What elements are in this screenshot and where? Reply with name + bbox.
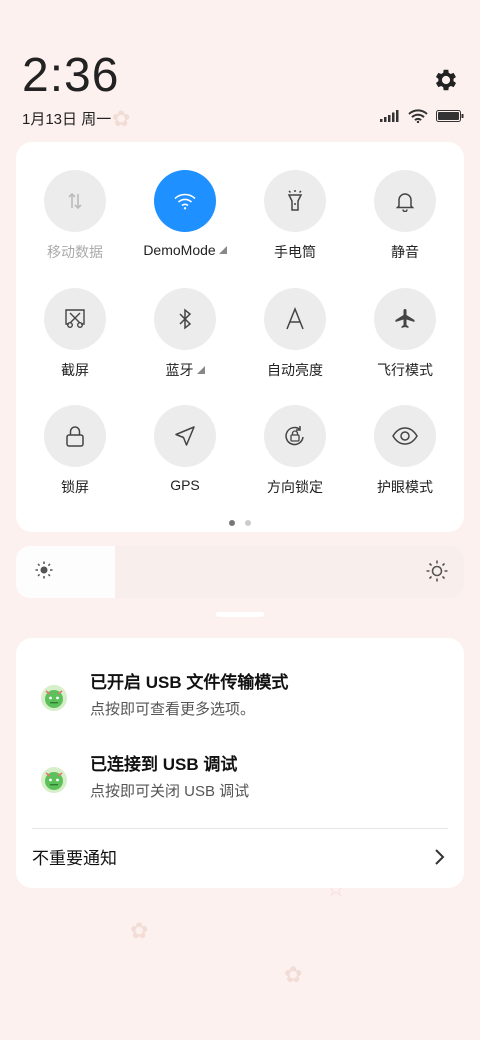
- wallpaper-flower-icon: ✿: [130, 918, 149, 943]
- brightness-slider-fill: [16, 546, 115, 598]
- android-debug-icon: [41, 767, 67, 793]
- page-dot: [245, 520, 251, 526]
- tile-rotation-lock-button[interactable]: [264, 405, 326, 467]
- tile-mute[interactable]: 静音: [350, 170, 460, 262]
- wifi-status-icon: [408, 109, 428, 123]
- tile-wifi[interactable]: DemoMode: [130, 170, 240, 258]
- page-dot-active: [229, 520, 235, 526]
- tile-screenshot-button[interactable]: [44, 288, 106, 350]
- bell-icon: [395, 193, 415, 212]
- notification-title: 已开启 USB 文件传输模式: [90, 673, 289, 692]
- brightness-high-icon: [426, 560, 448, 582]
- tile-gps-button[interactable]: [154, 405, 216, 467]
- date-label: 1月13日 周一: [22, 111, 112, 128]
- drag-handle[interactable]: [216, 612, 264, 617]
- notification-item[interactable]: 已连接到 USB 调试 点按即可关闭 USB 调试: [16, 750, 464, 810]
- tile-wifi-button[interactable]: [154, 170, 216, 232]
- tile-screenshot[interactable]: 截屏: [20, 288, 130, 380]
- tile-airplane-button[interactable]: [374, 288, 436, 350]
- chevron-right-icon[interactable]: [434, 848, 446, 866]
- tile-label: 静音: [391, 244, 419, 260]
- tile-mobile-data-button[interactable]: [44, 170, 106, 232]
- tile-label: DemoMode: [130, 242, 240, 258]
- tile-label: 自动亮度: [267, 362, 323, 378]
- divider: [32, 828, 448, 829]
- scissors-icon: [65, 309, 85, 328]
- unimportant-notifications-link[interactable]: 不重要通知: [32, 844, 117, 869]
- flashlight-icon: [287, 190, 303, 211]
- tile-label: 移动数据: [47, 244, 103, 260]
- lock-icon: [66, 426, 84, 447]
- notification-panel: 已开启 USB 文件传输模式 点按即可查看更多选项。 已连接到 USB 调试 点…: [16, 638, 464, 888]
- expand-triangle-icon[interactable]: [218, 246, 227, 254]
- battery-icon: [436, 110, 464, 122]
- wifi-icon: [174, 193, 196, 210]
- wallpaper-flower-icon: ✿: [284, 962, 303, 987]
- tile-eye-protection-button[interactable]: [374, 405, 436, 467]
- notification-item[interactable]: 已开启 USB 文件传输模式 点按即可查看更多选项。: [16, 668, 464, 728]
- airplane-icon: [395, 309, 415, 328]
- page-indicator: [16, 520, 464, 526]
- rotation-lock-icon: [285, 426, 304, 446]
- tile-bluetooth-button[interactable]: [154, 288, 216, 350]
- tile-bluetooth[interactable]: 蓝牙: [130, 288, 240, 380]
- tile-gps[interactable]: GPS: [130, 405, 240, 493]
- location-arrow-icon: [175, 426, 195, 446]
- brightness-slider[interactable]: [16, 546, 464, 598]
- tile-label: 护眼模式: [377, 479, 433, 495]
- tile-label-text: DemoMode: [143, 242, 216, 258]
- wallpaper-flower-icon: ✿: [112, 106, 131, 131]
- tile-auto-brightness-button[interactable]: [264, 288, 326, 350]
- tile-auto-brightness[interactable]: 自动亮度: [240, 288, 350, 380]
- tile-label: 方向锁定: [267, 479, 323, 495]
- mobile-data-icon: [68, 192, 82, 210]
- tile-label: 截屏: [61, 362, 89, 378]
- eye-icon: [392, 427, 418, 445]
- tile-eye-protection[interactable]: 护眼模式: [350, 405, 460, 497]
- tile-label: 手电筒: [274, 244, 316, 260]
- brightness-low-icon: [35, 561, 53, 579]
- tile-mute-button[interactable]: [374, 170, 436, 232]
- clock: 2:36: [22, 49, 120, 102]
- tile-flashlight[interactable]: 手电筒: [240, 170, 350, 262]
- letter-a-icon: [286, 307, 304, 330]
- notification-title: 已连接到 USB 调试: [90, 755, 238, 774]
- tile-lock-screen[interactable]: 锁屏: [20, 405, 130, 497]
- tile-label: 锁屏: [61, 479, 89, 495]
- android-debug-icon: [41, 685, 67, 711]
- tile-mobile-data[interactable]: 移动数据: [20, 170, 130, 262]
- settings-gear-icon[interactable]: [432, 66, 460, 94]
- status-icons: [380, 109, 464, 123]
- notification-body: 点按即可关闭 USB 调试: [90, 783, 250, 800]
- tile-label: 蓝牙: [130, 360, 240, 380]
- quick-settings-panel: 移动数据 DemoMode 手电筒 静音 截屏 蓝牙 自动亮度 飞行模式 锁屏 …: [16, 142, 464, 532]
- bluetooth-icon: [179, 308, 192, 330]
- signal-icon: [380, 110, 399, 122]
- tile-label: GPS: [170, 477, 200, 493]
- tile-lock-screen-button[interactable]: [44, 405, 106, 467]
- expand-triangle-icon[interactable]: [196, 366, 205, 374]
- tile-label: 飞行模式: [377, 362, 433, 378]
- notification-body: 点按即可查看更多选项。: [90, 701, 256, 718]
- tile-rotation-lock[interactable]: 方向锁定: [240, 405, 350, 497]
- tile-label-text: 蓝牙: [165, 362, 194, 378]
- tile-airplane[interactable]: 飞行模式: [350, 288, 460, 380]
- tile-flashlight-button[interactable]: [264, 170, 326, 232]
